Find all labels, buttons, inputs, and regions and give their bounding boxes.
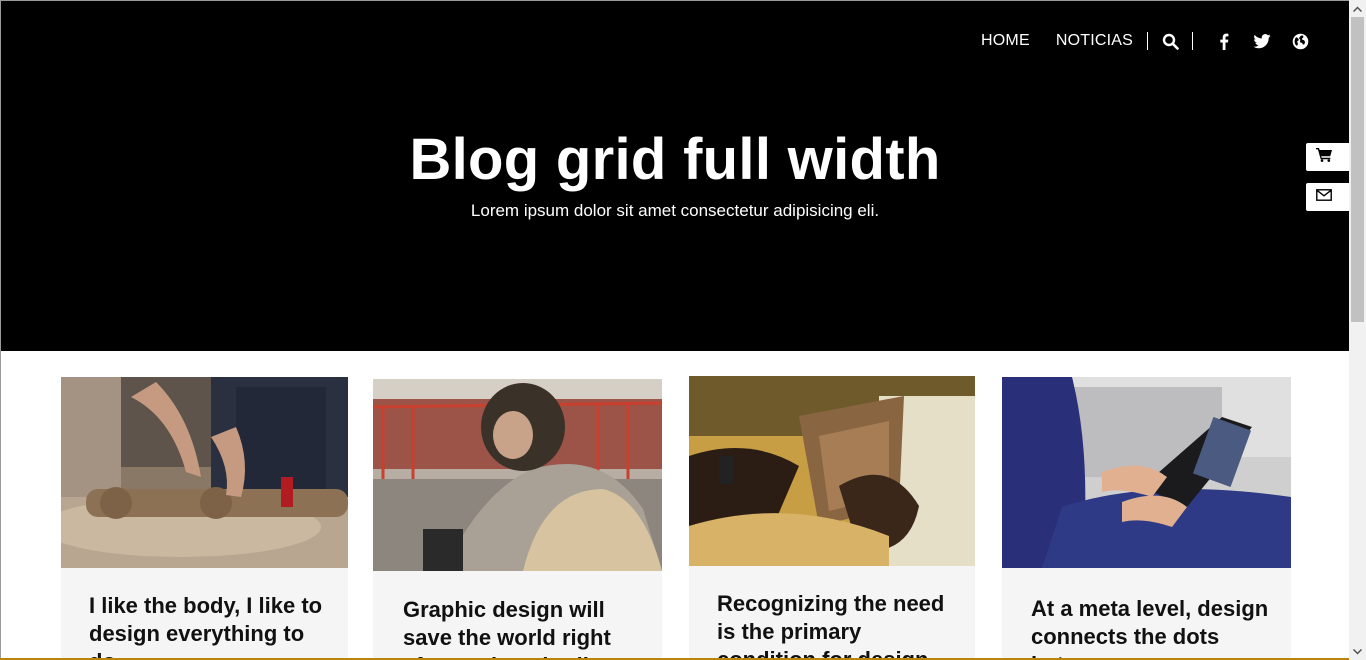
blog-card[interactable]: I like the body, I like to design everyt…	[61, 377, 348, 660]
globe-icon[interactable]	[1291, 32, 1309, 50]
facebook-icon[interactable]	[1215, 32, 1233, 50]
social-links	[1215, 32, 1309, 50]
post-image[interactable]	[61, 377, 348, 568]
nav-link-noticias[interactable]: NOTICIAS	[1056, 32, 1133, 50]
post-title[interactable]: At a meta level, design connects the dot…	[1031, 595, 1271, 660]
post-image[interactable]	[689, 376, 975, 566]
blog-card[interactable]: Recognizing the need is the primary cond…	[689, 376, 975, 660]
page-subtitle: Lorem ipsum dolor sit amet consectetur a…	[470, 201, 880, 220]
post-title[interactable]: I like the body, I like to design everyt…	[89, 592, 329, 660]
search-icon[interactable]	[1161, 32, 1179, 50]
post-image[interactable]	[1002, 377, 1291, 568]
page: HOME NOTICIAS Blog grid full width Lorem…	[0, 0, 1349, 660]
nav-divider	[1192, 32, 1193, 50]
scroll-down-arrow-icon[interactable]	[1349, 643, 1366, 660]
blog-card[interactable]: Graphic design will save the world right…	[373, 379, 662, 660]
cart-button[interactable]	[1306, 143, 1349, 171]
blog-card[interactable]: At a meta level, design connects the dot…	[1002, 377, 1291, 660]
scroll-up-arrow-icon[interactable]	[1349, 0, 1366, 17]
nav-divider	[1147, 32, 1148, 50]
post-title[interactable]: Recognizing the need is the primary cond…	[717, 590, 957, 660]
twitter-icon[interactable]	[1253, 32, 1271, 50]
mail-button[interactable]	[1306, 183, 1349, 211]
cart-icon	[1316, 147, 1333, 167]
main-nav: HOME NOTICIAS	[981, 29, 1309, 53]
nav-link-home[interactable]: HOME	[981, 32, 1030, 50]
vertical-scrollbar[interactable]	[1349, 0, 1366, 660]
hero-header: HOME NOTICIAS Blog grid full width Lorem…	[1, 1, 1349, 351]
page-title: Blog grid full width	[409, 127, 941, 192]
post-title[interactable]: Graphic design will save the world right…	[403, 596, 643, 660]
mail-icon	[1316, 188, 1332, 206]
post-image[interactable]	[373, 379, 662, 571]
scroll-thumb[interactable]	[1351, 17, 1364, 322]
